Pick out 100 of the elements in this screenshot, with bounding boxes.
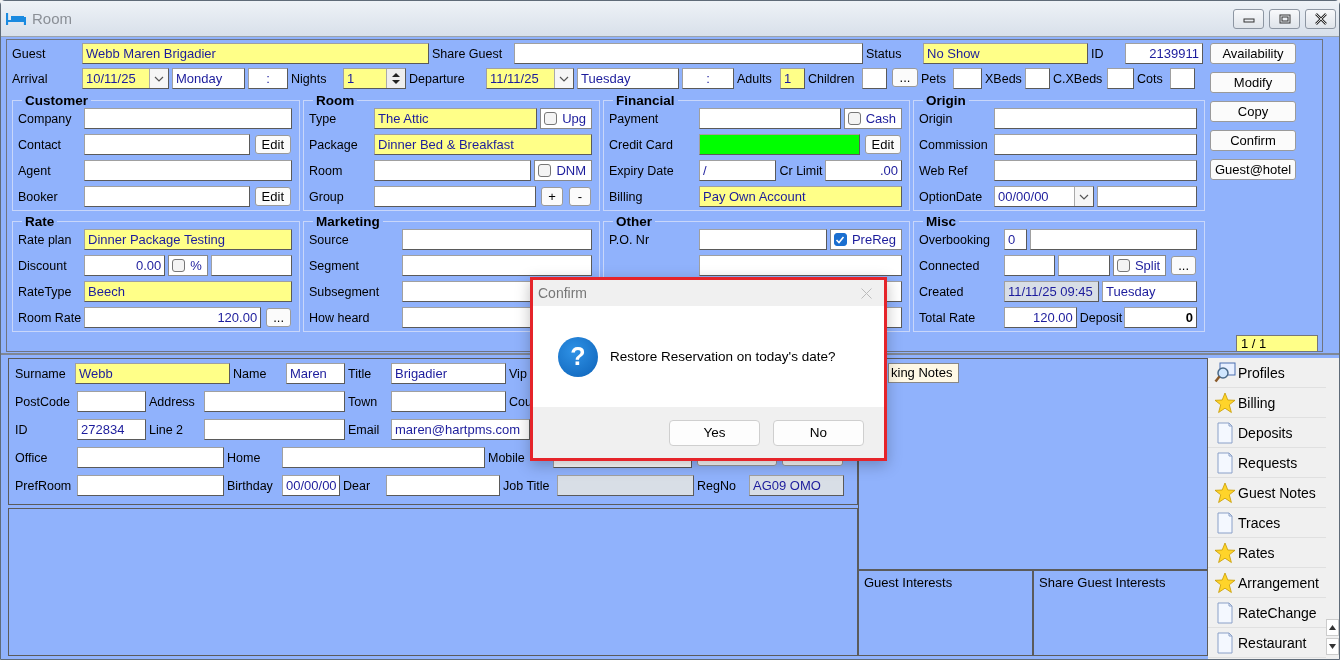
input-field[interactable] [1170,68,1195,89]
input-field[interactable]: Tuesday [577,68,679,89]
checkbox[interactable]: Cash [843,108,902,129]
input-field[interactable] [1107,68,1134,89]
input-field[interactable]: : [248,68,288,89]
input-field[interactable]: Brigadier [391,363,506,384]
date-field[interactable]: 11/11/25 [486,68,574,89]
date-field[interactable]: 00/00/00 [994,186,1094,207]
input-field[interactable] [557,475,694,496]
input-field[interactable] [699,108,841,129]
input-field[interactable]: 272834 [77,419,146,440]
input-field[interactable]: 0 [1124,307,1197,328]
checkbox[interactable]: PreReg [829,229,902,250]
input-field[interactable] [402,229,592,250]
scroll-up-button[interactable] [1326,619,1339,636]
input-field[interactable]: 11/11/25 09:45 [1004,281,1099,302]
input-field[interactable] [77,391,146,412]
dialog-button[interactable]: No [773,419,864,446]
input-field[interactable]: 0 [1004,229,1027,250]
form-button[interactable]: Edit [254,187,291,206]
form-button[interactable]: Edit [254,135,291,154]
input-field[interactable]: Webb [75,363,230,384]
input-field[interactable]: AG09 OMO [749,475,844,496]
sidebar-item[interactable]: RateChange [1208,598,1326,628]
input-field[interactable]: Pay Own Account [699,186,902,207]
dialog-button[interactable]: Yes [669,419,760,446]
minimize-button[interactable] [1233,8,1264,29]
sidebar-item[interactable]: Deposits [1208,418,1326,448]
input-field[interactable] [994,134,1197,155]
input-field[interactable] [1097,186,1197,207]
checkbox[interactable]: % [168,255,208,276]
input-field[interactable]: 120.00 [84,307,262,328]
input-field[interactable]: 00/00/00 [282,475,340,496]
input-field[interactable] [1004,255,1056,276]
input-field[interactable]: Dinner Package Testing [84,229,292,250]
input-field[interactable]: Dinner Bed & Breakfast [374,134,592,155]
input-field[interactable] [514,43,863,64]
input-field[interactable]: maren@hartpms.com [391,419,530,440]
input-field[interactable] [204,419,345,440]
input-field[interactable] [994,108,1197,129]
input-field[interactable]: Maren [286,363,345,384]
input-field[interactable]: Monday [172,68,245,89]
input-field[interactable]: 0.00 [84,255,166,276]
input-field[interactable] [1025,68,1050,89]
checkbox[interactable]: Split [1112,255,1167,276]
input-field[interactable]: / [699,160,777,181]
input-field[interactable]: No Show [923,43,1088,64]
sidebar-item[interactable]: Profiles [1208,358,1326,388]
input-field[interactable]: The Attic [374,108,538,129]
input-field[interactable] [84,108,292,129]
close-button[interactable] [1305,8,1336,29]
input-field[interactable] [84,186,250,207]
action-button[interactable]: Copy [1210,101,1296,122]
input-field[interactable] [994,160,1197,181]
input-field[interactable]: 2139911 [1125,43,1203,64]
input-field[interactable]: 120.00 [1004,307,1077,328]
checkbox[interactable]: DNM [534,160,592,181]
input-field[interactable] [77,475,224,496]
input-field[interactable] [1058,255,1110,276]
input-field[interactable] [282,447,485,468]
input-field[interactable] [391,391,506,412]
input-field[interactable] [84,134,250,155]
spin-field[interactable]: 1 [343,68,406,89]
input-field[interactable] [699,229,827,250]
input-field[interactable]: 1 [780,68,805,89]
notes-tab[interactable]: king Notes [888,363,960,383]
input-field[interactable]: Beech [84,281,292,302]
sidebar-item[interactable]: Requests [1208,448,1326,478]
form-button[interactable]: + [541,187,563,206]
date-field[interactable]: 10/11/25 [82,68,169,89]
sidebar-item[interactable]: Traces [1208,508,1326,538]
checkbox[interactable]: Upg [540,108,592,129]
maximize-button[interactable] [1269,8,1300,29]
action-button[interactable]: Confirm [1210,130,1296,151]
form-button[interactable]: ... [266,308,291,327]
sidebar-item[interactable]: Rates [1208,538,1326,568]
action-button[interactable]: Availability [1210,43,1296,64]
input-field[interactable] [84,160,292,181]
input-field[interactable] [402,255,592,276]
form-button[interactable]: - [569,187,591,206]
sidebar-item[interactable]: Arrangement [1208,568,1326,598]
input-field[interactable] [699,134,860,155]
sidebar-item[interactable]: Restaurant [1208,628,1326,658]
sidebar-item[interactable]: Billing [1208,388,1326,418]
form-button[interactable]: ... [892,68,918,87]
input-field[interactable] [374,186,536,207]
input-field[interactable] [210,255,292,276]
scroll-down-button[interactable] [1326,638,1339,655]
input-field[interactable]: : [682,68,734,89]
input-field[interactable] [699,255,902,276]
form-button[interactable]: Edit [864,135,901,154]
input-field[interactable]: Tuesday [1102,281,1197,302]
input-field[interactable] [77,447,224,468]
action-button[interactable]: Guest@hotel [1210,159,1296,180]
sidebar-item[interactable]: Guest Notes [1208,478,1326,508]
input-field[interactable] [386,475,500,496]
input-field[interactable] [1030,229,1197,250]
input-field[interactable]: Webb Maren Brigadier [82,43,429,64]
form-button[interactable]: ... [1171,256,1196,275]
input-field[interactable] [374,160,532,181]
